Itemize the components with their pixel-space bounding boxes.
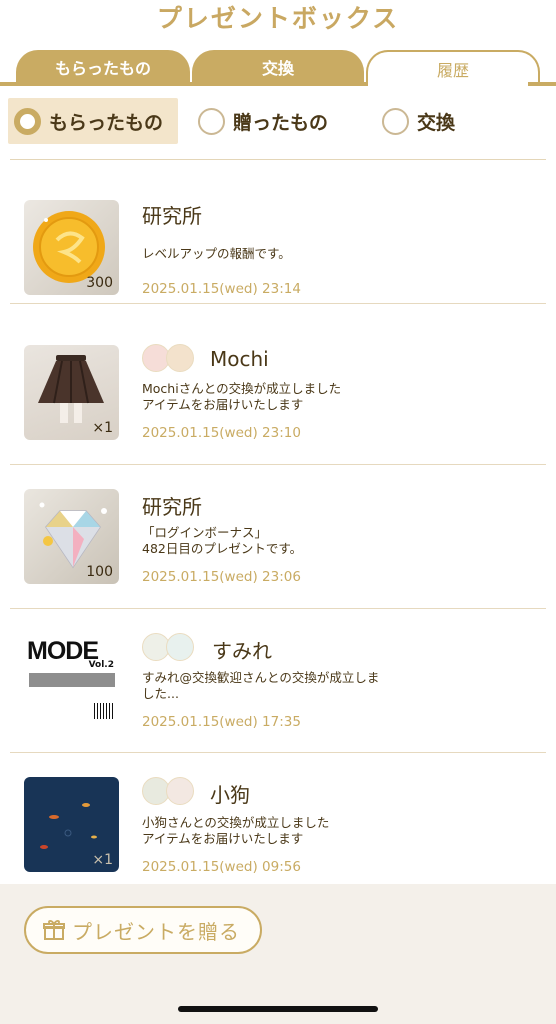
list-item[interactable]: MODE Vol.2 すみれ すみれ@交換歓迎さんとの交換が成立しま した...… <box>10 609 546 753</box>
filter-exchange[interactable]: 交換 <box>382 98 482 144</box>
avatar <box>166 344 194 372</box>
magazine-title: MODE <box>27 637 99 665</box>
item-sender: 研究所 <box>142 204 202 228</box>
item-message: Mochiさんとの交換が成立しました <box>142 381 342 396</box>
item-message: 小狗さんとの交換が成立しました <box>142 815 330 830</box>
item-sender: 研究所 <box>142 495 202 519</box>
magazine-volume: Vol.2 <box>88 660 114 670</box>
filter-sent[interactable]: 贈ったもの <box>198 98 348 144</box>
tab-label: 交換 <box>261 59 294 78</box>
footer-bar: プレゼントを贈る <box>0 884 556 1024</box>
item-message: アイテムをお届けいたします <box>142 397 304 412</box>
magazine-band <box>29 673 115 687</box>
filter-label: 贈ったもの <box>233 111 329 134</box>
avatar <box>166 633 194 661</box>
list-item[interactable]: 100 研究所 「ログインボーナス」 482日目のプレゼントです。 2025.0… <box>10 465 546 609</box>
item-count: ×1 <box>92 420 113 436</box>
tab-history[interactable]: 履歴 <box>366 50 540 86</box>
radio-icon <box>198 107 225 135</box>
item-message: アイテムをお届けいたします <box>142 831 304 846</box>
barcode-icon <box>94 703 114 719</box>
item-date: 2025.01.15(wed) 23:14 <box>142 281 301 297</box>
list-item[interactable]: 300 研究所 レベルアップの報酬です。 2025.01.15(wed) 23:… <box>10 160 546 304</box>
filter-received[interactable]: もらったもの <box>8 98 178 144</box>
home-indicator <box>178 1006 378 1012</box>
tab-bar: もらったもの 交換 履歴 <box>0 50 556 86</box>
item-date: 2025.01.15(wed) 23:06 <box>142 569 301 585</box>
avatar <box>166 777 194 805</box>
item-thumbnail: ×1 <box>24 345 119 440</box>
gift-icon <box>43 920 65 940</box>
item-message: 482日目のプレゼントです。 <box>142 541 303 556</box>
history-list: 300 研究所 レベルアップの報酬です。 2025.01.15(wed) 23:… <box>0 160 556 884</box>
tab-exchange[interactable]: 交換 <box>192 50 364 86</box>
item-message: した... <box>142 686 179 701</box>
item-thumbnail: ×1 <box>24 777 119 872</box>
tab-underline-gap <box>368 82 528 86</box>
item-date: 2025.01.15(wed) 09:56 <box>142 859 301 875</box>
page-title: プレゼントボックス <box>156 4 400 33</box>
item-thumbnail: MODE Vol.2 <box>24 633 119 728</box>
item-message: レベルアップの報酬です。 <box>142 246 291 261</box>
item-thumbnail: 100 <box>24 489 119 584</box>
list-item[interactable]: ×1 小狗 小狗さんとの交換が成立しました アイテムをお届けいたします 2025… <box>10 753 546 884</box>
send-present-button[interactable]: プレゼントを贈る <box>24 906 262 954</box>
item-thumbnail: 300 <box>24 200 119 295</box>
item-sender: Mochi <box>210 347 269 371</box>
tab-label: 履歴 <box>436 61 469 80</box>
item-count: 300 <box>86 275 113 291</box>
list-item[interactable]: ×1 Mochi Mochiさんとの交換が成立しました アイテムをお届けいたしま… <box>10 320 546 465</box>
item-date: 2025.01.15(wed) 17:35 <box>142 714 301 730</box>
radio-selected-icon <box>14 107 41 135</box>
tab-label: もらったもの <box>54 59 151 78</box>
item-count: 100 <box>86 564 113 580</box>
item-count: ×1 <box>92 852 113 868</box>
radio-icon <box>382 107 409 135</box>
item-message: 「ログインボーナス」 <box>142 525 268 540</box>
filter-label: もらったもの <box>49 111 164 134</box>
item-sender: すみれ <box>212 639 272 663</box>
send-present-label: プレゼントを贈る <box>72 919 240 944</box>
item-message: すみれ@交換歓迎さんとの交換が成立しま <box>142 670 380 685</box>
tab-received[interactable]: もらったもの <box>16 50 190 86</box>
filter-label: 交換 <box>417 111 456 134</box>
history-filter: もらったもの 贈ったもの 交換 <box>0 98 556 146</box>
item-sender: 小狗 <box>210 783 250 807</box>
item-date: 2025.01.15(wed) 23:10 <box>142 425 301 441</box>
